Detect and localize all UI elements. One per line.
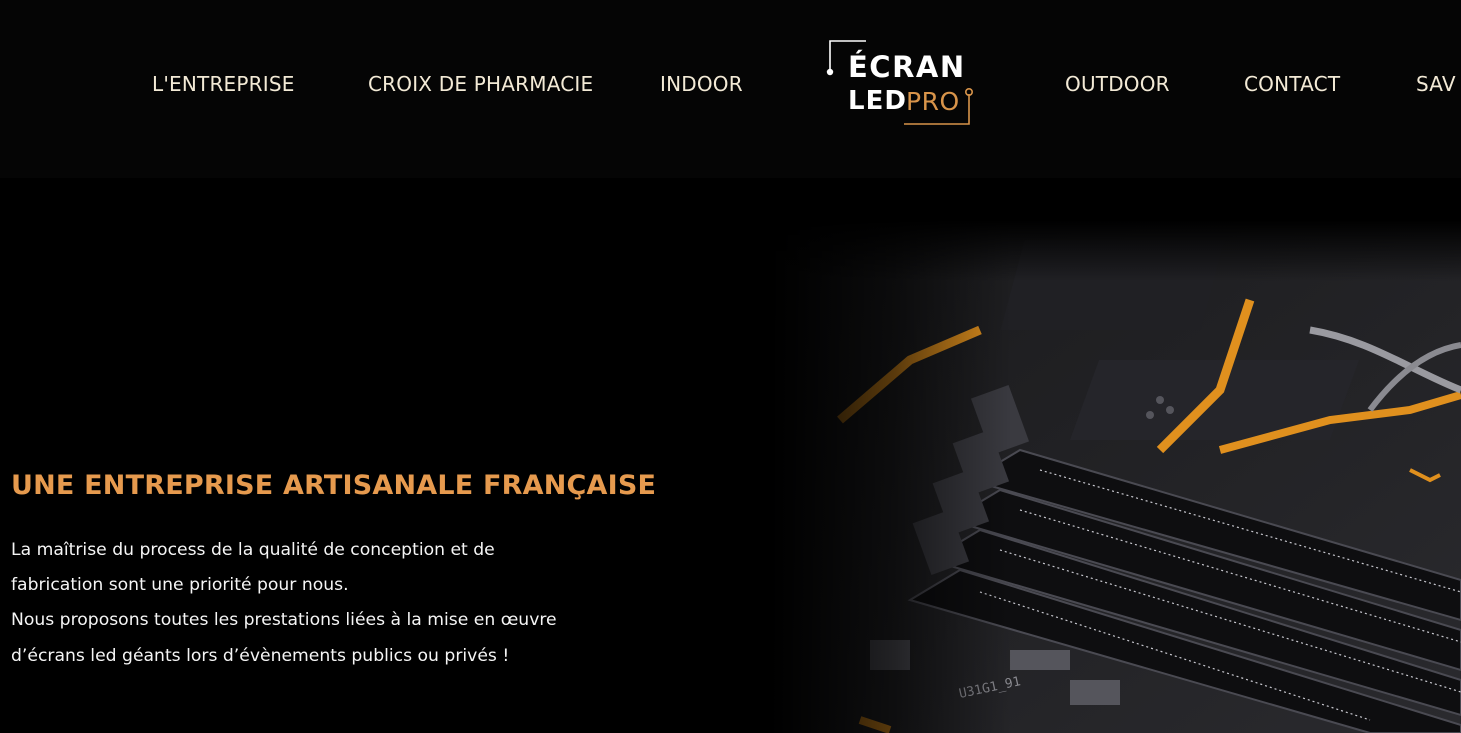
logo-word-led: LED	[848, 86, 907, 116]
logo-word-pro: PRO	[906, 87, 960, 116]
hero-paragraph: La maîtrise du process de la qualité de …	[11, 533, 631, 674]
motherboard-image: U31G1_91	[770, 220, 1461, 733]
hero-line: d’écrans led géants lors d’évènements pu…	[11, 645, 510, 666]
nav-link-sav[interactable]: SAV	[1416, 72, 1456, 96]
site-logo[interactable]: ÉCRAN LED PRO	[824, 36, 980, 130]
hero-line: fabrication sont une priorité pour nous.	[11, 575, 349, 596]
hero-line: La maîtrise du process de la qualité de …	[11, 540, 495, 560]
nav-link-indoor[interactable]: INDOOR	[660, 72, 743, 96]
site-header: L'ENTREPRISE CROIX DE PHARMACIE INDOOR É…	[0, 0, 1461, 178]
logo-word-ecran: ÉCRAN	[848, 50, 966, 84]
nav-link-outdoor[interactable]: OUTDOOR	[1065, 72, 1170, 96]
hero-heading: UNE ENTREPRISE ARTISANALE FRANÇAISE	[11, 470, 657, 501]
nav-link-croix-de-pharmacie[interactable]: CROIX DE PHARMACIE	[368, 72, 593, 96]
nav-link-contact[interactable]: CONTACT	[1244, 72, 1340, 96]
nav-link-entreprise[interactable]: L'ENTREPRISE	[152, 72, 295, 96]
hero-line: Nous proposons toutes les prestations li…	[11, 610, 557, 631]
